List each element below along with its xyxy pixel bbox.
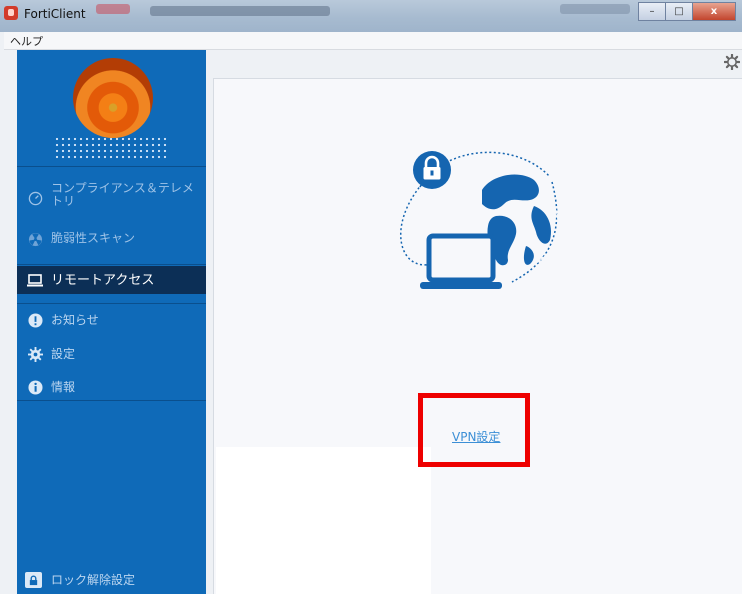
unlock-settings-button[interactable]: ロック解除設定 [17,570,206,592]
sidebar-item-vulnerability-scan[interactable]: 脆弱性スキャン [17,228,206,250]
sidebar-divider [17,303,206,304]
lock-icon [25,572,42,588]
sidebar-item-settings[interactable]: 設定 [17,344,206,366]
avatar [73,58,153,138]
sidebar-divider [17,166,206,167]
radiation-icon [27,231,43,247]
sidebar-item-compliance[interactable]: コンプライアンス＆テレメトリ [17,178,206,214]
minimize-button[interactable]: – [638,2,666,21]
sidebar-divider [17,264,206,265]
settings-gear-icon[interactable] [723,53,741,71]
gauge-icon [27,190,43,206]
maximize-button[interactable]: □ [665,2,693,21]
vpn-illustration [392,132,562,297]
sidebar-item-info[interactable]: 情報 [17,377,206,399]
close-button[interactable]: x [692,2,736,21]
window-title: FortiClient [24,7,86,21]
titlebar-blur [150,6,330,16]
info-icon [27,379,43,395]
sidebar-item-remote-access[interactable]: リモートアクセス [17,266,206,294]
sidebar-item-notifications[interactable]: お知らせ [17,310,206,332]
forticlient-app-icon [4,6,18,20]
forticlient-window: FortiClient – □ x ヘルプ コンプライアンス＆テレメトリ 脆弱性… [0,0,742,594]
highlight-box [418,393,530,467]
titlebar-blur [560,4,630,14]
sidebar-item-label: リモートアクセス [51,273,155,288]
gear-icon [27,346,43,362]
titlebar-blur [96,4,130,14]
laptop-icon [27,272,43,288]
exclamation-icon [27,312,43,328]
username-masked [54,136,168,160]
sidebar-item-label: コンプライアンス＆テレメトリ [51,181,194,208]
menu-help[interactable]: ヘルプ [10,33,43,49]
window-controls: – □ x [638,2,736,21]
sidebar-item-label: 設定 [51,347,76,361]
sidebar: コンプライアンス＆テレメトリ 脆弱性スキャン リモートアクセス お知らせ 設定 … [17,50,206,594]
sidebar-divider [17,400,206,401]
sidebar-item-label: 脆弱性スキャン [51,231,136,245]
title-bar: FortiClient – □ x [0,0,742,32]
blank-overlay [216,447,431,594]
sidebar-item-label: お知らせ [51,313,99,327]
menu-bar: ヘルプ [4,32,742,50]
sidebar-item-label: 情報 [51,380,76,394]
unlock-settings-label: ロック解除設定 [51,573,136,587]
